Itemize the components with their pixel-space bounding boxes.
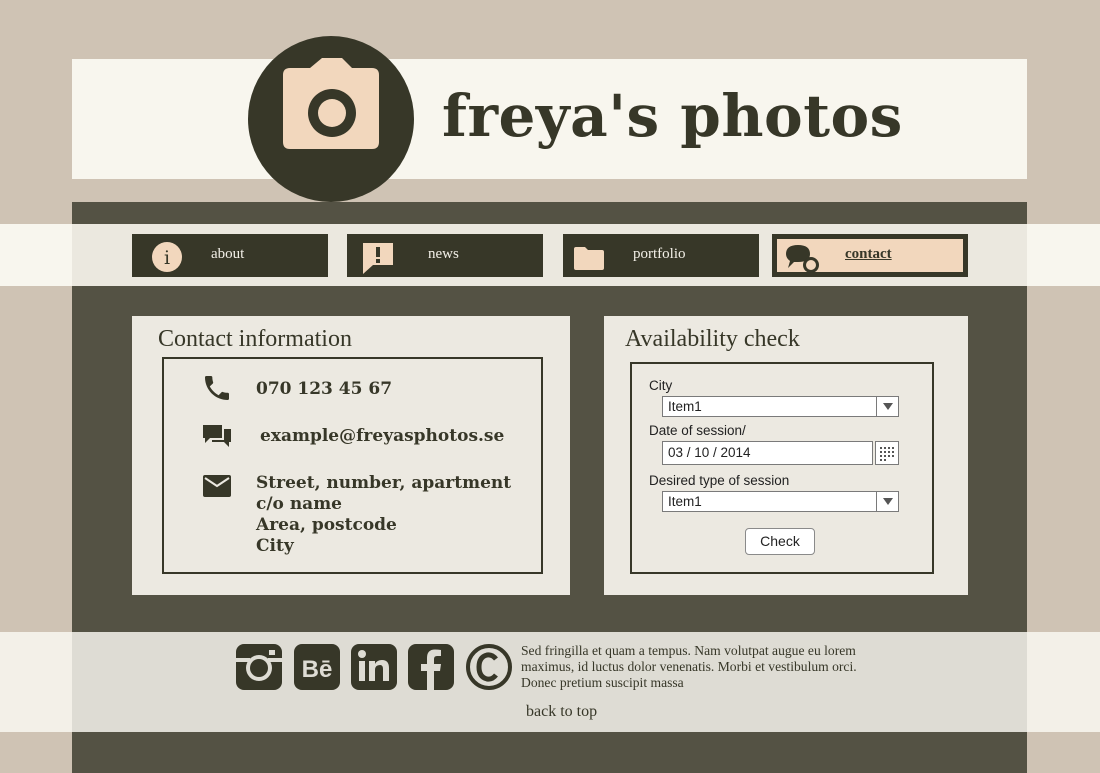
alert-chat-icon <box>363 243 393 274</box>
chat-bubbles-icon <box>786 245 819 273</box>
footer-text: Sed fringilla et quam a tempus. Nam volu… <box>521 643 857 690</box>
nav-item-contact[interactable]: contact <box>772 234 968 277</box>
contact-email[interactable]: example@freyasphotos.se <box>260 426 504 446</box>
address-line-4: City <box>256 536 294 556</box>
city-select[interactable]: Item1 <box>662 396 899 417</box>
date-input[interactable]: 03 / 10 / 2014 <box>662 441 873 465</box>
nav-label-portfolio: portfolio <box>633 246 686 262</box>
address-line-2: c/o name <box>256 494 342 514</box>
session-type-label: Desired type of session <box>649 473 790 488</box>
nav-item-news[interactable]: news <box>347 234 543 277</box>
logo[interactable] <box>248 36 414 202</box>
address-line-1: Street, number, apartment <box>256 473 512 493</box>
copyright-icon <box>466 644 512 690</box>
site-title: freya's photos <box>442 82 903 150</box>
behance-link[interactable]: Bē <box>294 644 340 690</box>
envelope-icon <box>203 475 231 497</box>
instagram-link[interactable] <box>236 644 282 690</box>
instagram-icon <box>236 650 282 681</box>
back-to-top-link[interactable]: back to top <box>526 703 597 721</box>
session-type-value: Item1 <box>668 494 702 509</box>
nav-label-contact: contact <box>845 246 892 262</box>
chat-icon <box>203 425 231 447</box>
check-button[interactable]: Check <box>745 528 815 555</box>
contact-panel: Contact information 070 123 45 67 exampl… <box>132 316 570 595</box>
facebook-link[interactable] <box>408 644 454 690</box>
svg-text:Bē: Bē <box>302 656 333 683</box>
svg-text:i: i <box>164 247 170 269</box>
nav-item-about[interactable]: i about <box>132 234 328 277</box>
date-label: Date of session/ <box>649 423 746 438</box>
city-select-value: Item1 <box>668 399 702 414</box>
linkedin-icon <box>358 650 389 681</box>
phone-icon <box>205 376 229 400</box>
linkedin-link[interactable] <box>351 644 397 690</box>
calendar-icon <box>880 447 894 461</box>
address-line-3: Area, postcode <box>256 515 397 535</box>
chevron-down-icon[interactable] <box>876 397 898 416</box>
contact-phone: 070 123 45 67 <box>256 379 393 399</box>
behance-icon: Bē <box>302 656 333 683</box>
chevron-down-icon[interactable] <box>876 492 898 511</box>
availability-panel-title: Availability check <box>625 326 800 352</box>
camera-icon <box>283 58 379 149</box>
nav-item-portfolio[interactable]: portfolio <box>563 234 759 277</box>
folder-icon <box>574 247 604 270</box>
session-type-select[interactable]: Item1 <box>662 491 899 512</box>
contact-panel-title: Contact information <box>158 326 352 352</box>
info-icon: i <box>152 242 182 272</box>
nav-label-news: news <box>428 246 459 262</box>
facebook-icon <box>421 649 441 690</box>
nav-label-about: about <box>211 246 245 262</box>
calendar-button[interactable] <box>875 441 899 465</box>
city-label: City <box>649 378 673 393</box>
